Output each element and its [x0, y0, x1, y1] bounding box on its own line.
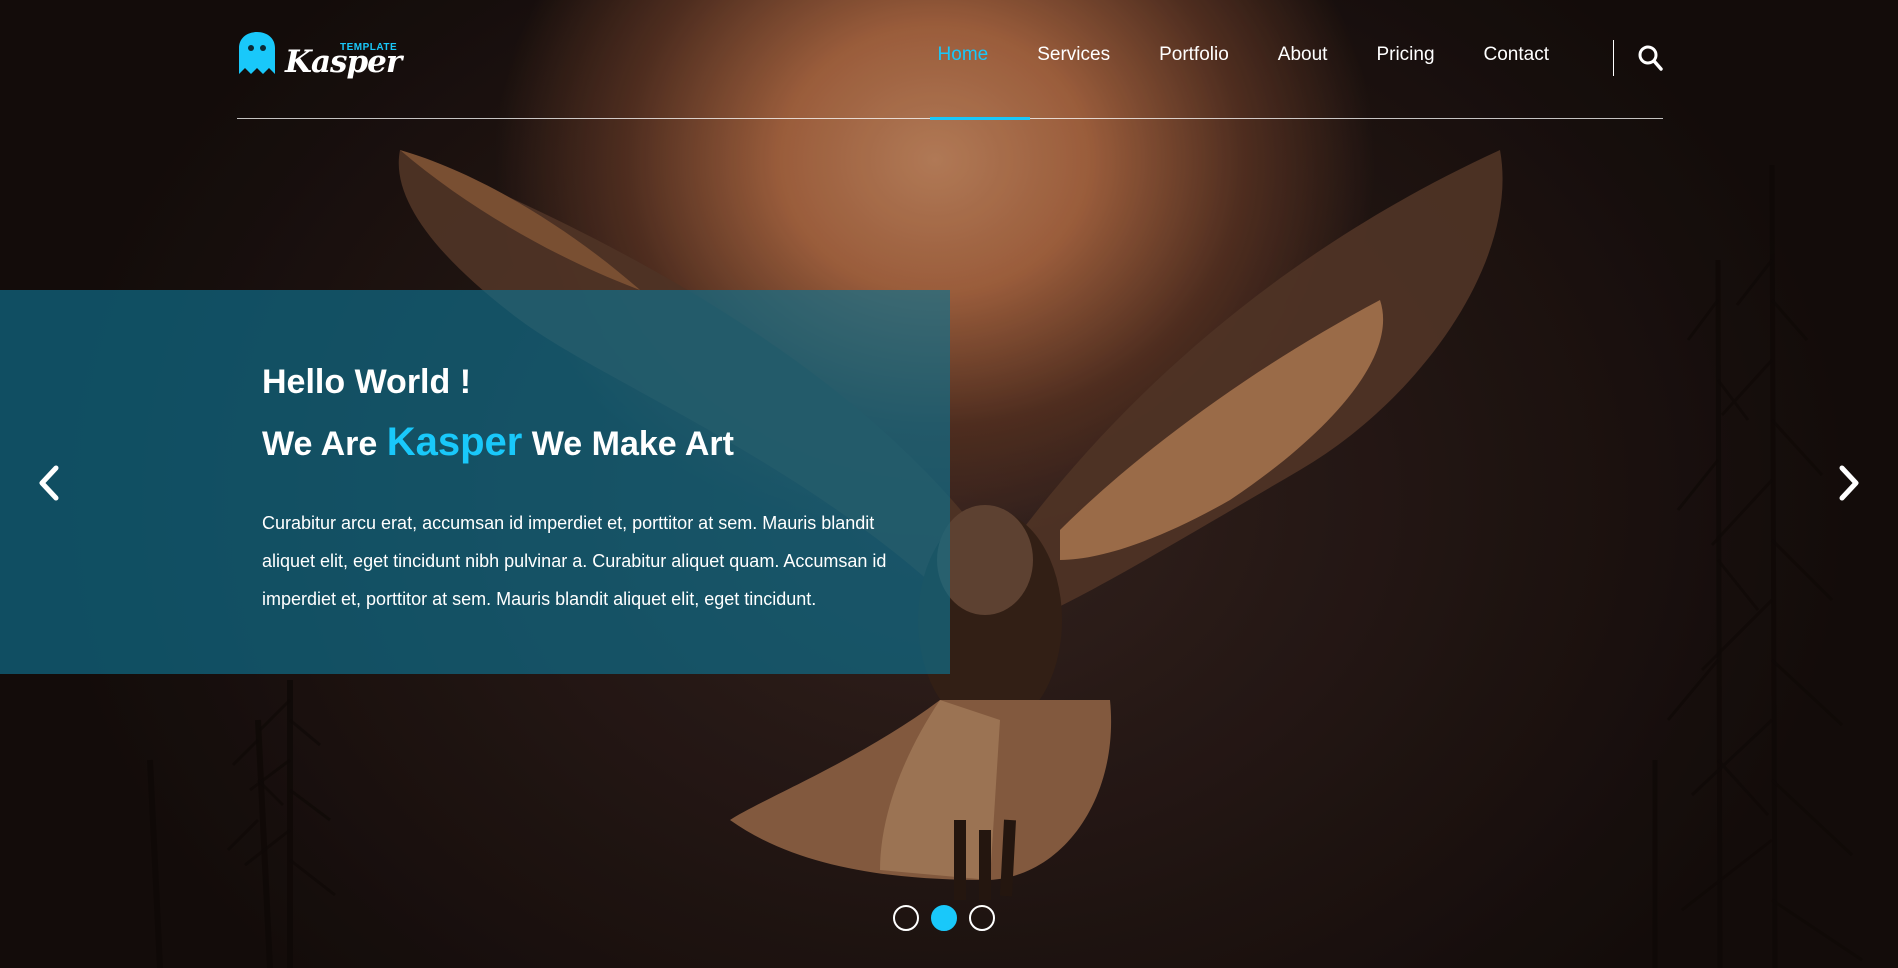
logo-wordmark: Kasper: [285, 44, 402, 80]
ghost-icon: [239, 32, 275, 74]
chevron-left-icon: [39, 465, 59, 501]
slide-description: Curabitur arcu erat, accumsan id imperdi…: [262, 513, 887, 609]
nav-link-portfolio[interactable]: Portfolio: [1159, 44, 1229, 66]
slider-prev-button[interactable]: [34, 462, 64, 504]
slider-dot-3[interactable]: [969, 905, 995, 931]
slider-dot-2[interactable]: [931, 905, 957, 931]
hero-section: TEMPLATE Kasper Home Services Portfolio …: [0, 0, 1898, 968]
site-header: TEMPLATE Kasper Home Services Portfolio …: [237, 0, 1663, 120]
nav-link-pricing[interactable]: Pricing: [1376, 44, 1434, 66]
slider-dot-1[interactable]: [893, 905, 919, 931]
slider-next-button[interactable]: [1834, 462, 1864, 504]
slide-heading-line-1: Hello World !: [262, 363, 472, 401]
heading-brand-name: Kasper: [386, 420, 523, 464]
nav-link-about[interactable]: About: [1278, 44, 1328, 66]
search-icon: [1638, 45, 1663, 71]
nav-link-services[interactable]: Services: [1037, 44, 1110, 66]
slider-pagination: [893, 905, 995, 931]
slide-caption: Hello World ! We Are Kasper We Make Art …: [262, 362, 912, 618]
logo[interactable]: TEMPLATE Kasper: [237, 30, 407, 86]
main-nav: Home Services Portfolio About Pricing Co…: [889, 44, 1549, 66]
heading-text-after: We Make Art: [522, 425, 734, 463]
slide-heading-line-2: We Are Kasper We Make Art: [262, 422, 912, 464]
nav-link-home[interactable]: Home: [938, 44, 989, 66]
nav-link-contact[interactable]: Contact: [1484, 44, 1549, 66]
active-nav-indicator: [930, 117, 1030, 120]
nav-divider: [1613, 40, 1614, 76]
chevron-right-icon: [1839, 465, 1859, 501]
heading-text-before: We Are: [262, 425, 387, 463]
search-button[interactable]: [1637, 44, 1663, 72]
slide-caption-panel: Hello World ! We Are Kasper We Make Art …: [0, 290, 950, 674]
